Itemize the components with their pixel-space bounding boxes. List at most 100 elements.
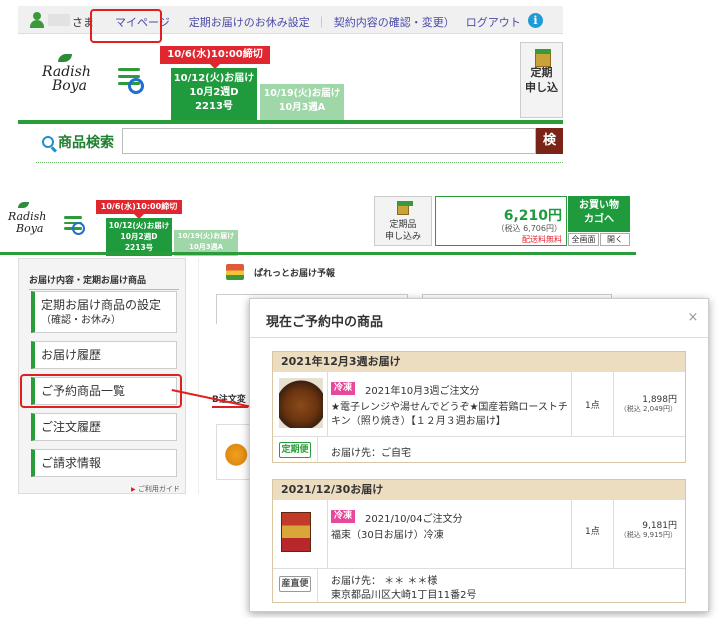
teiki-small-line1: 定期品 (389, 220, 417, 230)
tab-small-current-line1: 10/12(火)お届け (108, 221, 170, 230)
paretto-box-icon (226, 264, 244, 280)
delivery-type-badge: 定期便 (279, 442, 311, 458)
sidebar-item-delivery-history[interactable]: お届け履歴 (31, 341, 177, 369)
tab-current-line1: 10/12(火)お届け (173, 73, 255, 84)
order-change-underline (212, 406, 248, 408)
tab-next-line1: 10/19(火)お届け (263, 88, 341, 99)
view-open-button[interactable]: 開く (600, 233, 630, 246)
product-thumbnail (216, 424, 250, 480)
cell-divider (613, 500, 614, 568)
masked-username (48, 14, 70, 26)
delivery-address-name: お届け先： ＊＊ ＊＊様 (331, 576, 438, 587)
site-logo[interactable]: Radish Boya (42, 54, 92, 102)
guide-arrow-icon: ▶ (131, 486, 136, 493)
box-icon-small (397, 201, 413, 215)
tab-small-current-line2: 10月2週D (120, 232, 158, 241)
leaf-icon-small (18, 202, 29, 208)
popup-title-rule (250, 337, 708, 338)
reservation-popup: 現在ご予約中の商品 × 2021年12月3週お届け 冷凍 2021年10月3週ご… (249, 298, 709, 612)
cell-divider (571, 500, 572, 568)
info-icon[interactable]: i (528, 13, 543, 28)
view-full-button[interactable]: 全画面 (568, 233, 599, 246)
product-name-line2: キン（照り焼き）【１２月３週お届け】 (331, 416, 506, 427)
price-tax: （税込 2,049円） (619, 405, 677, 413)
menu-magnifier-icon (128, 78, 144, 94)
logo-small-line1: Radish (8, 210, 47, 223)
deadline-banner-small: 10/6(水)10:00締切 (96, 200, 182, 219)
search-icon (42, 136, 54, 148)
search-button[interactable]: 検 (536, 128, 563, 154)
order-date: 2021年10月3週ご注文分 (365, 386, 480, 397)
cell-divider (317, 436, 318, 462)
tab-small-next-line1: 10/19(火)お届け (177, 232, 235, 240)
cart-button[interactable]: お買い物 カゴへ (568, 196, 630, 232)
cell-divider (613, 372, 614, 436)
product-name-line1: 福束（30日お届け）冷凍 (331, 530, 444, 541)
contract-link[interactable]: 契約内容の確認・変更） (334, 16, 455, 29)
logo-line2: Boya (52, 78, 87, 94)
tab-current-line2: 10月2週D (189, 87, 239, 98)
logo-small-line2: Boya (16, 222, 44, 235)
group-1-head: 2021年12月3週お届け (273, 352, 685, 372)
product-image-osechi (281, 512, 311, 552)
cell-divider (327, 500, 328, 568)
price-tax: （税込 9,915円） (619, 531, 677, 539)
cart-total-price: 6,210円 (503, 208, 562, 224)
teiki-line2: 申し込 (525, 81, 558, 94)
delivery-tab-current[interactable]: 10/12(火)お届け 10月2週D 2213号 (171, 68, 257, 120)
cart-line1: お買い物 (579, 200, 619, 211)
cell-divider (327, 372, 328, 436)
sidebar-section-head: お届け内容・定期お届け商品 (29, 273, 179, 290)
popup-title: 現在ご予約中の商品 (266, 315, 384, 330)
reservation-group-2: 2021/12/30お届け 冷凍 2021/10/04ご注文分 福束（30日お届… (272, 479, 686, 603)
logout-link[interactable]: ログアウト (466, 16, 521, 29)
sidebar-item-teiki-settings[interactable]: 定期お届け商品の設定 （確認・お休み） (31, 291, 177, 333)
product-image-roast-chicken (279, 378, 323, 428)
search-divider (36, 162, 563, 163)
product-search-input[interactable] (122, 128, 536, 154)
sidebar-item-billing[interactable]: ご請求情報 (31, 449, 177, 477)
top-header-rule (18, 120, 563, 124)
holiday-setting-link[interactable]: 定期お届けのお休み設定 (189, 16, 310, 29)
delivery-tab-next[interactable]: 10/19(火)お届け 10月3週A (260, 84, 344, 120)
top-screenshot: さま マイページ 定期お届けのお休み設定 ｜ 契約内容の確認・変更） ログアウト… (18, 6, 563, 171)
reservation-group-1: 2021年12月3週お届け 冷凍 2021年10月3週ご注文分 ★電子レンジや湯… (272, 351, 686, 463)
bottom-header-rule (0, 252, 636, 255)
cell-divider (317, 568, 318, 602)
sidebar-item-order-history[interactable]: ご注文履歴 (31, 413, 177, 441)
tab-current-line3: 2213号 (195, 101, 233, 112)
sidebar-item-teiki-sub: （確認・お休み） (41, 315, 121, 326)
deadline-banner: 10/6(水)10:00締切 (160, 46, 270, 69)
cart-total-panel: 6,210円 （税込 6,706円） 配送料無料 (435, 196, 567, 246)
paretto-heading: ぱれっとお届け予報 (254, 269, 336, 279)
nav-separator: ｜ (316, 16, 328, 29)
quantity: 1点 (585, 527, 600, 537)
row-divider (273, 436, 685, 437)
site-logo-small[interactable]: Radish Boya (8, 202, 48, 242)
teiki-apply-button-small[interactable]: 定期品 申し込み (374, 196, 432, 246)
tab-next-line2: 10月3週A (278, 102, 326, 113)
box-icon (535, 49, 551, 67)
cell-divider (571, 372, 572, 436)
guide-link[interactable]: ▶ ご利用ガイド (131, 484, 180, 494)
delivery-address: お届け先：ご自宅 (331, 448, 411, 459)
order-date: 2021/10/04ご注文分 (365, 514, 463, 525)
user-icon (30, 12, 44, 28)
product-search-label: 商品検索 (42, 132, 114, 152)
menu-magnifier-icon-small (72, 222, 85, 235)
frozen-badge: 冷凍 (331, 510, 355, 523)
frozen-badge: 冷凍 (331, 382, 355, 395)
mypage-highlight (90, 9, 162, 43)
group-2-head: 2021/12/30お届け (273, 480, 685, 500)
delivery-tab-current-small[interactable]: 10/12(火)お届け 10月2週D 2213号 (106, 218, 172, 256)
close-icon[interactable]: × (686, 311, 700, 325)
cart-total-tax: （税込 6,706円） (496, 224, 562, 233)
product-name-line1: ★電子レンジや湯せんでどうぞ★国産若鶏ローストチ (331, 402, 568, 413)
delivery-type-badge: 産直便 (279, 576, 311, 592)
reservations-highlight (20, 374, 182, 408)
shipping-free-note: 配送料無料 (522, 235, 562, 244)
teiki-small-line2: 申し込み (384, 232, 421, 242)
delivery-address-street: 東京都品川区大崎1丁目11番2号 (331, 590, 477, 601)
teiki-apply-button[interactable]: 定期 申し込 (520, 42, 563, 118)
row-divider (273, 568, 685, 569)
